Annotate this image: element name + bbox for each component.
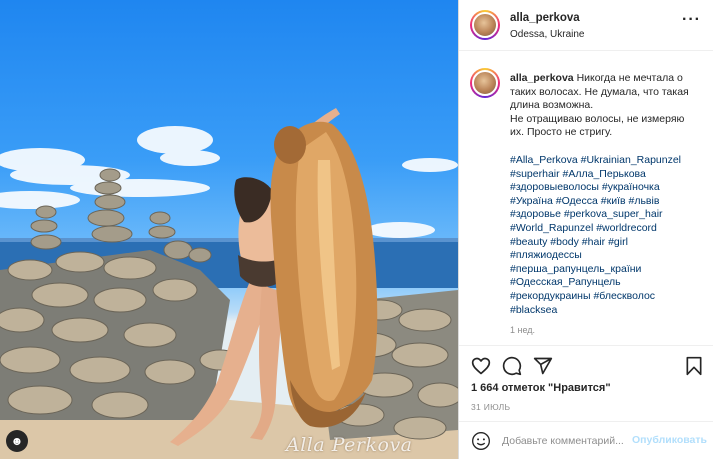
caption-line-1: таких волосах. Не думала, что такая bbox=[510, 85, 689, 98]
caption-section: alla_perkova Никогда не мечтала о таких … bbox=[459, 51, 713, 338]
hashtag-line[interactable]: #blacksea bbox=[510, 304, 710, 318]
caption-avatar[interactable] bbox=[470, 68, 500, 98]
header-location[interactable]: Odessa, Ukraine bbox=[510, 29, 584, 40]
comment-button[interactable] bbox=[502, 356, 522, 376]
caption-text: alla_perkova Никогда не мечтала о таких … bbox=[510, 72, 706, 140]
likes-count[interactable]: 1 664 отметок "Нравится" bbox=[471, 382, 611, 394]
share-icon bbox=[533, 357, 553, 375]
caption-line-4: их. Просто не стригу. bbox=[510, 126, 613, 139]
post-photo[interactable]: ☻ Alla Perkova bbox=[0, 0, 458, 459]
publish-button[interactable]: Опубликовать bbox=[632, 434, 707, 446]
caption-time[interactable]: 1 нед. bbox=[510, 325, 535, 335]
post-header: alla_perkova Odessa, Ukraine ··· bbox=[459, 0, 713, 51]
more-options-button[interactable]: ··· bbox=[682, 12, 701, 28]
hashtag-line[interactable]: #здоровье #perkova_super_hair bbox=[510, 208, 710, 222]
caption-line-0: Никогда не мечтала о bbox=[576, 72, 683, 84]
comment-bar: Опубликовать bbox=[459, 421, 713, 459]
user-tag-icon: ☻ bbox=[10, 434, 24, 448]
hashtag-line[interactable]: #здоровыеволосы #україночка bbox=[510, 181, 710, 195]
hashtag-line[interactable]: #superhair #Алла_Перькова bbox=[510, 168, 710, 182]
hashtag-line[interactable]: #пляжиодессы bbox=[510, 249, 710, 263]
hashtag-line[interactable]: #beauty #body #hair #girl bbox=[510, 236, 710, 250]
header-username[interactable]: alla_perkova bbox=[510, 12, 580, 24]
hashtag-line[interactable]: #Україна #Одесса #київ #львів bbox=[510, 195, 710, 209]
hashtag-line[interactable]: #Одесская_Рапунцель bbox=[510, 276, 710, 290]
hashtag-line[interactable]: #Alla_Perkova #Ukrainian_Rapunzel bbox=[510, 154, 710, 168]
share-button[interactable] bbox=[533, 356, 553, 376]
post-date[interactable]: 31 ИЮЛЬ bbox=[471, 402, 510, 412]
more-horizontal-icon: ··· bbox=[682, 11, 701, 28]
caption-line-3: Не отращиваю волосы, не измеряю bbox=[510, 112, 685, 125]
hashtag-line[interactable]: #World_Rapunzel #worldrecord bbox=[510, 222, 710, 236]
caption-line-2: длина возможна. bbox=[510, 99, 594, 112]
hashtag-list: #Alla_Perkova #Ukrainian_Rapunzel #super… bbox=[510, 154, 710, 317]
avatar[interactable] bbox=[470, 10, 500, 40]
save-button[interactable] bbox=[684, 356, 704, 376]
heart-icon bbox=[471, 357, 491, 375]
like-button[interactable] bbox=[471, 356, 491, 376]
post-side-panel: alla_perkova Odessa, Ukraine ··· alla_pe… bbox=[458, 0, 713, 459]
photo-scene bbox=[0, 108, 458, 459]
user-tag-button[interactable]: ☻ bbox=[6, 430, 28, 452]
bookmark-icon bbox=[686, 356, 702, 376]
comment-icon bbox=[502, 356, 522, 376]
comment-input[interactable] bbox=[502, 431, 632, 451]
caption-username[interactable]: alla_perkova bbox=[510, 72, 574, 84]
emoji-icon bbox=[472, 432, 490, 450]
hashtag-line[interactable]: #перша_рапунцель_країни bbox=[510, 263, 710, 277]
hashtag-line[interactable]: #рекордукраины #блескволос bbox=[510, 290, 710, 304]
photo-watermark: Alla Perkova bbox=[286, 434, 413, 456]
emoji-button[interactable] bbox=[471, 431, 491, 451]
